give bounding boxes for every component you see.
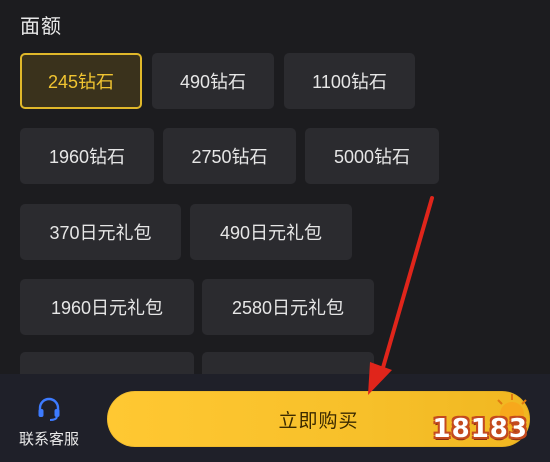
buy-now-label: 立即购买 [278, 410, 359, 432]
section-title: 面额 [20, 16, 62, 38]
option-245-diamonds[interactable]: 245钻石 [20, 53, 142, 109]
option-2580-yen-pack[interactable]: 2580日元礼包 [202, 279, 374, 335]
option-1960-yen-pack[interactable]: 1960日元礼包 [20, 279, 194, 335]
contact-service-button[interactable]: 联系客服 [12, 396, 86, 449]
option-490-yen-pack[interactable]: 490日元礼包 [190, 204, 352, 260]
option-5000-diamonds[interactable]: 5000钻石 [305, 128, 439, 184]
option-490-diamonds[interactable]: 490钻石 [152, 53, 274, 109]
contact-service-label: 联系客服 [18, 431, 79, 448]
option-1100-diamonds[interactable]: 1100钻石 [284, 53, 415, 109]
option-370-yen-pack[interactable]: 370日元礼包 [20, 204, 181, 260]
watermark-logo: 18183 [432, 414, 528, 444]
option-2750-diamonds[interactable]: 2750钻石 [163, 128, 296, 184]
option-1960-diamonds[interactable]: 1960钻石 [20, 128, 154, 184]
headset-icon [36, 396, 62, 422]
